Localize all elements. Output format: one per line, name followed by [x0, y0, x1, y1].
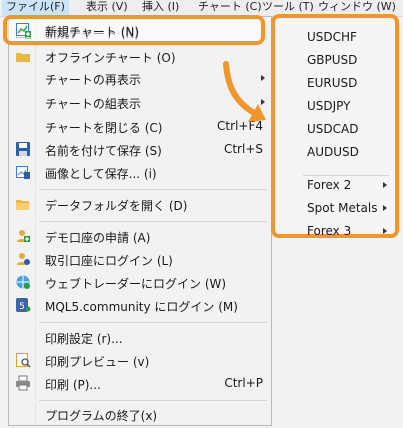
menu-item-label: チャートを閉じる (C)	[45, 121, 163, 135]
menu-item-label: ウェブトレーダーにログイン (W)	[45, 277, 227, 291]
menu-item-open-data-folder[interactable]: データフォルダを開く (D)	[9, 193, 271, 215]
menu-item-save-as[interactable]: 名前を付けて保存 (S) Ctrl+S	[9, 138, 271, 160]
menu-separator	[39, 400, 267, 401]
menu-item-save-image[interactable]: 画像として保存... (i)	[9, 161, 271, 183]
new-chart-icon	[15, 22, 31, 41]
menu-item-label: チャートの再表示	[45, 73, 141, 87]
symbol-eurusd[interactable]: EURUSD	[275, 72, 395, 94]
new-chart-submenu: USDCHF GBPUSD EURUSD USDJPY USDCAD AUDUS…	[271, 14, 399, 238]
symbol-usdcad[interactable]: USDCAD	[275, 118, 395, 140]
menu-item-label: デモ口座の申請 (A)	[45, 231, 151, 245]
login-icon	[15, 251, 31, 267]
mql5-icon: 5	[15, 297, 31, 313]
menu-item-webtrader[interactable]: ウェブトレーダーにログイン (W)	[9, 271, 271, 293]
print-preview-icon	[15, 352, 31, 368]
menu-item-label: チャートの組表示	[45, 97, 141, 111]
menu-insert[interactable]: 挿入 (I)	[142, 0, 179, 16]
menu-item-label: MQL5.community にログイン (M)	[45, 300, 238, 314]
menu-file[interactable]: ファイル(F)	[2, 0, 69, 16]
new-chart-label[interactable]: 新規チャート (N)	[45, 23, 139, 40]
menu-item-shortcut: Ctrl+S	[223, 142, 263, 156]
menu-view[interactable]: 表示 (V)	[86, 0, 128, 16]
group-forex-2[interactable]: Forex 2	[275, 174, 395, 196]
new-chart-highlight: 新規チャート (N)	[3, 15, 265, 45]
menu-item-label: 取引口座にログイン (L)	[45, 254, 173, 268]
group-forex-3[interactable]: Forex 3	[275, 220, 395, 242]
folder-icon	[15, 196, 31, 212]
menu-item-label: プログラムの終了(x)	[45, 409, 158, 423]
menu-item-print-setup[interactable]: 印刷設定 (r)...	[9, 326, 271, 348]
group-spot-metals[interactable]: Spot Metals	[275, 197, 395, 219]
menu-chart[interactable]: チャート (C)	[198, 0, 262, 16]
menu-separator	[39, 221, 267, 222]
save-image-icon	[15, 164, 31, 180]
menu-item-mql5-login[interactable]: 5 MQL5.community にログイン (M)	[9, 294, 271, 316]
menu-item-label: 印刷設定 (r)...	[45, 332, 123, 346]
menu-item-shortcut: Ctrl+P	[224, 376, 263, 390]
symbol-audusd[interactable]: AUDUSD	[275, 141, 395, 163]
menu-separator	[39, 189, 267, 190]
menu-item-label: 名前を付けて保存 (S)	[45, 144, 162, 158]
symbol-usdchf[interactable]: USDCHF	[275, 26, 395, 48]
menu-item-label: 画像として保存... (i)	[45, 167, 157, 181]
pointer-arrow-icon	[223, 61, 266, 122]
menu-item-label: 印刷プレビュー (v)	[45, 355, 150, 369]
submenu-arrow-icon	[383, 182, 387, 188]
menu-separator	[39, 322, 267, 323]
symbol-usdjpy[interactable]: USDJPY	[275, 95, 395, 117]
menu-item-label: データフォルダを開く (D)	[45, 199, 188, 213]
webtrader-icon	[15, 274, 31, 290]
menu-item-login-trade[interactable]: 取引口座にログイン (L)	[9, 248, 271, 270]
demo-account-icon	[15, 228, 31, 244]
submenu-arrow-icon	[383, 205, 387, 211]
symbol-gbpusd[interactable]: GBPUSD	[275, 49, 395, 71]
menu-item-print-preview[interactable]: 印刷プレビュー (v)	[9, 349, 271, 371]
menu-item-label: オフラインチャート (O)	[45, 51, 176, 65]
menu-item-demo-account[interactable]: デモ口座の申請 (A)	[9, 225, 271, 247]
menu-item-exit[interactable]: プログラムの終了(x)	[9, 403, 271, 425]
menu-item-label: 印刷 (P)...	[45, 378, 101, 392]
submenu-arrow-icon	[383, 228, 387, 234]
save-icon	[15, 141, 31, 157]
menu-item-print[interactable]: 印刷 (P)... Ctrl+P	[9, 372, 271, 394]
svg-text:5: 5	[19, 302, 25, 312]
print-icon	[15, 375, 31, 391]
offline-chart-icon	[15, 48, 31, 64]
